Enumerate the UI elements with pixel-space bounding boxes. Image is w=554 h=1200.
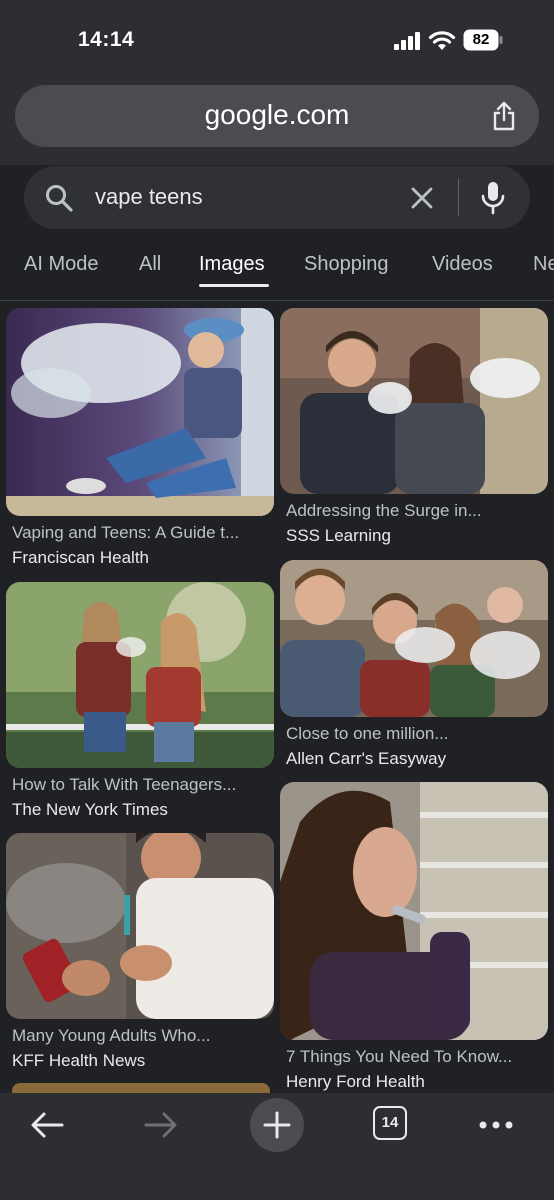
result-title[interactable]: Vaping and Teens: A Guide t... xyxy=(12,523,239,543)
status-bar: 14:14 82 xyxy=(0,0,554,80)
search-divider xyxy=(458,179,459,216)
back-arrow-icon[interactable] xyxy=(28,1109,66,1141)
result-thumbnail[interactable] xyxy=(6,582,274,768)
result-thumbnail[interactable] xyxy=(280,782,548,1040)
battery-indicator: 82 xyxy=(463,29,503,51)
result-source: Franciscan Health xyxy=(12,548,150,567)
more-options-icon[interactable] xyxy=(477,1119,515,1131)
search-icon xyxy=(46,185,73,212)
image-result[interactable]: 7 Things You Need To Know... Henry Ford … xyxy=(280,782,548,1094)
tab-switcher-button[interactable]: 14 xyxy=(373,1106,407,1140)
result-title[interactable]: Many Young Adults Who... xyxy=(12,1026,210,1046)
active-tab-indicator xyxy=(199,284,269,287)
result-source: Allen Carr's Easyway xyxy=(286,749,447,768)
result-source: Henry Ford Health xyxy=(286,1072,425,1091)
tab-videos[interactable]: Videos xyxy=(432,253,493,276)
result-source: KFF Health News xyxy=(12,1051,146,1070)
tab-images[interactable]: Images xyxy=(199,253,265,276)
result-title[interactable]: How to Talk With Teenagers... xyxy=(12,775,236,795)
result-title[interactable]: Addressing the Surge in... xyxy=(286,501,482,521)
microphone-icon[interactable] xyxy=(480,180,506,216)
search-tabs: AI Mode All Images Shopping Videos Ne xyxy=(0,244,554,300)
result-thumbnail[interactable] xyxy=(280,560,548,717)
status-time: 14:14 xyxy=(78,28,135,51)
url-text: google.com xyxy=(204,99,350,130)
image-result[interactable]: Addressing the Surge in... SSS Learning xyxy=(280,308,548,548)
image-result[interactable]: Many Young Adults Who... KFF Health News xyxy=(6,833,274,1073)
bottom-toolbar: 14 xyxy=(0,1093,554,1200)
result-source: The New York Times xyxy=(12,800,168,819)
result-title[interactable]: 7 Things You Need To Know... xyxy=(286,1047,512,1067)
tabs-divider xyxy=(0,300,554,301)
result-thumbnail[interactable] xyxy=(280,308,548,494)
tab-ai-mode[interactable]: AI Mode xyxy=(24,253,98,276)
image-result[interactable]: How to Talk With Teenagers... The New Yo… xyxy=(6,582,274,822)
share-icon[interactable] xyxy=(489,100,519,132)
result-source: SSS Learning xyxy=(286,526,391,545)
result-thumbnail[interactable] xyxy=(6,833,274,1019)
wifi-icon xyxy=(428,31,456,50)
cellular-signal-icon xyxy=(394,32,420,50)
image-result[interactable]: Close to one million... Allen Carr's Eas… xyxy=(280,560,548,776)
tab-all[interactable]: All xyxy=(139,253,161,276)
forward-arrow-icon[interactable] xyxy=(142,1109,180,1141)
battery-level: 82 xyxy=(472,31,490,48)
tab-news[interactable]: Ne xyxy=(533,253,554,276)
new-tab-plus-icon[interactable] xyxy=(250,1098,304,1152)
result-thumbnail[interactable] xyxy=(6,308,274,516)
result-title[interactable]: Close to one million... xyxy=(286,724,449,744)
address-bar[interactable]: google.com xyxy=(15,85,539,147)
image-result[interactable]: Vaping and Teens: A Guide t... Francisca… xyxy=(6,308,274,570)
search-box[interactable]: vape teens xyxy=(24,166,530,229)
search-query[interactable]: vape teens xyxy=(95,184,203,210)
tab-shopping[interactable]: Shopping xyxy=(304,253,389,276)
clear-icon[interactable] xyxy=(409,185,435,211)
